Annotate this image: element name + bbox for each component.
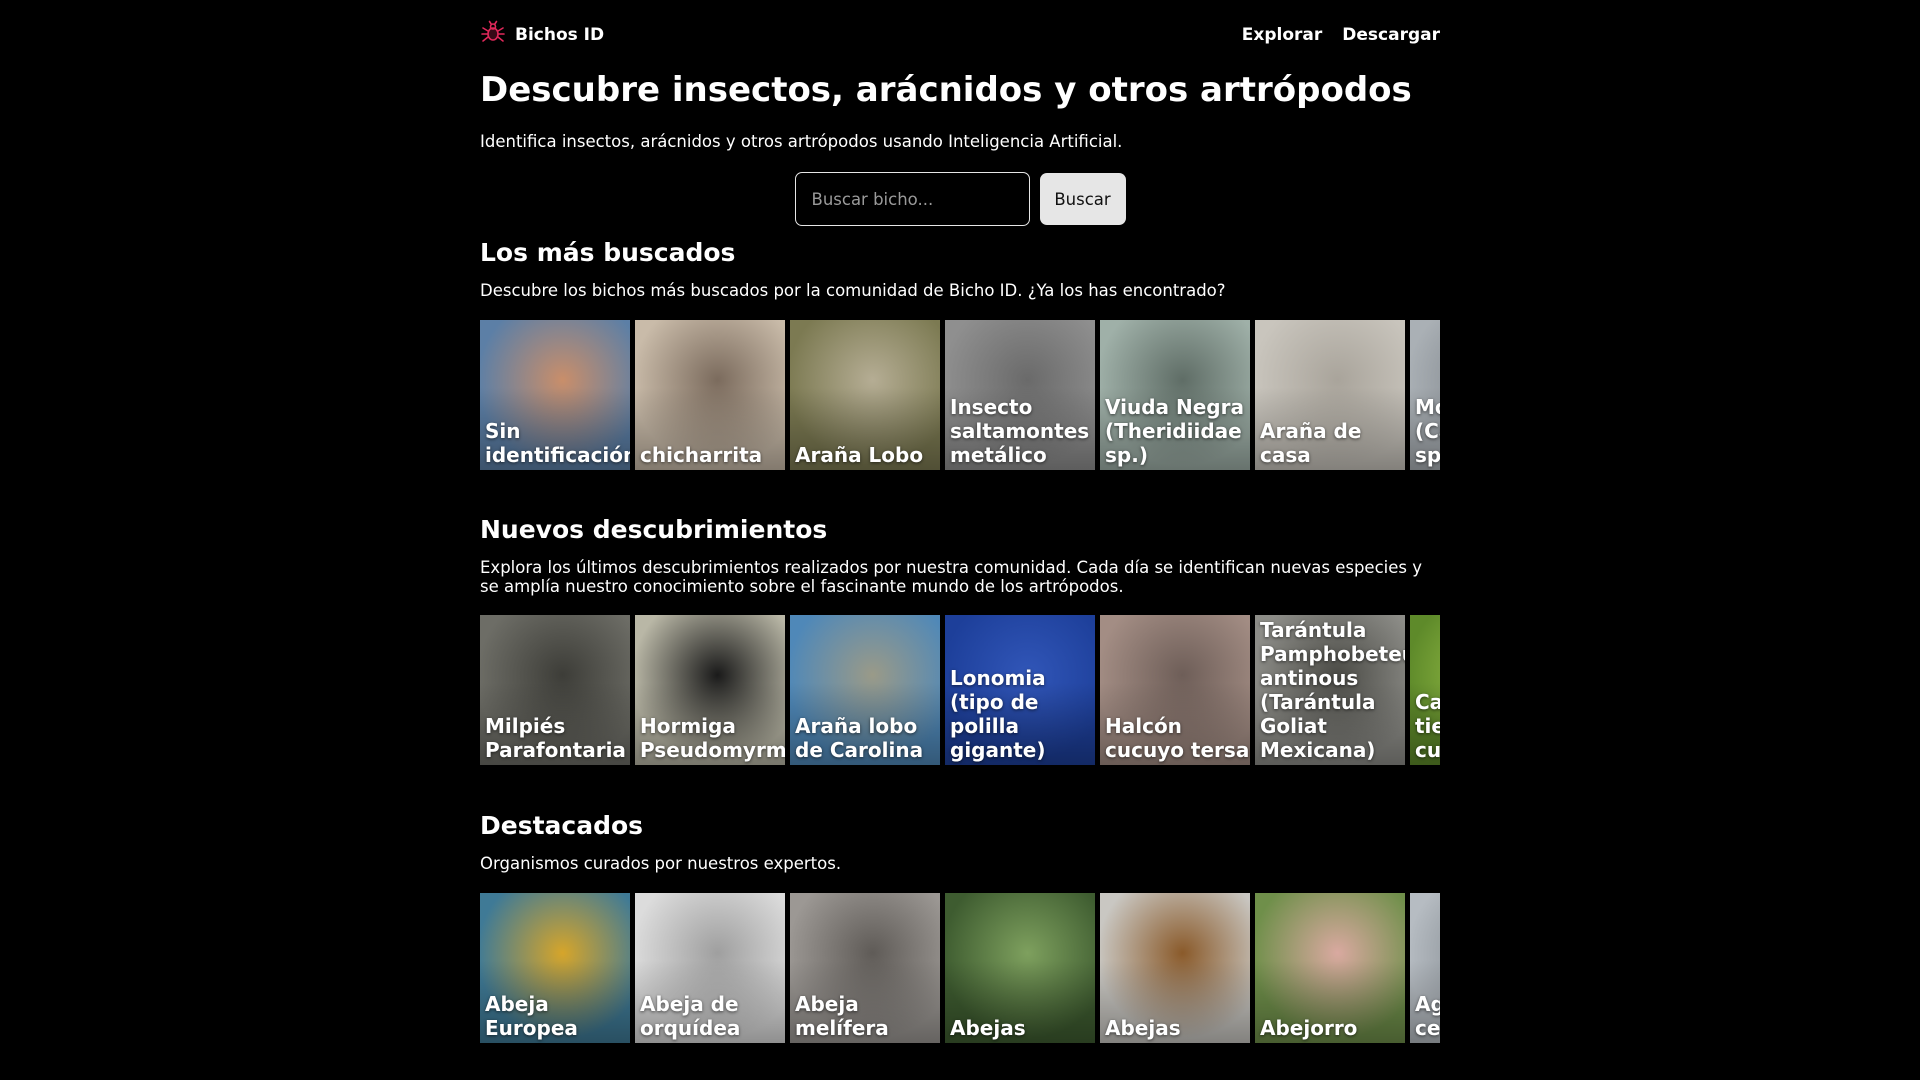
species-card-label: Abeja melífera bbox=[795, 992, 889, 1040]
species-card-label: Araña Lobo bbox=[795, 443, 924, 467]
species-card-label: Abejas bbox=[950, 1016, 1026, 1040]
brand[interactable]: Bichos ID bbox=[480, 20, 604, 51]
section-most-searched: Los más buscados Descubre los bichos más… bbox=[480, 238, 1440, 470]
species-card-label: Araña lobo de Carolina bbox=[795, 714, 924, 762]
species-card-label: Abeja de orquídea bbox=[640, 992, 741, 1040]
species-card[interactable]: Araña lobo de Carolina bbox=[790, 615, 940, 765]
species-card-label: Tarántula Pamphobeteus antinous (Tarántu… bbox=[1260, 618, 1405, 762]
species-card[interactable]: chicharrita bbox=[635, 320, 785, 470]
species-card-label: Sin identificación bbox=[485, 419, 630, 467]
page-container: Bichos ID Explorar Descargar Descubre in… bbox=[480, 0, 1440, 226]
species-card[interactable]: Abeja de orquídea bbox=[635, 893, 785, 1043]
species-card-label: Mosca (Calliphoridae sp.) bbox=[1415, 395, 1440, 467]
search-button[interactable]: Buscar bbox=[1039, 173, 1126, 225]
species-card[interactable]: Abejorro bbox=[1255, 893, 1405, 1043]
species-card[interactable]: Araña de casa bbox=[1255, 320, 1405, 470]
species-card-label: Hormiga Pseudomyrmex bbox=[640, 714, 785, 762]
section-featured: Destacados Organismos curados por nuestr… bbox=[480, 811, 1440, 1043]
species-card[interactable]: Tarántula Pamphobeteus antinous (Tarántu… bbox=[1255, 615, 1405, 765]
species-card-label: Halcón cucuyo tersa bbox=[1105, 714, 1250, 762]
section-title: Nuevos descubrimientos bbox=[480, 515, 828, 544]
species-card-label: Caracol tierra cubano bbox=[1415, 690, 1440, 762]
species-card[interactable]: Mosca (Calliphoridae sp.) bbox=[1410, 320, 1440, 470]
species-card-label: Abejas bbox=[1105, 1016, 1181, 1040]
card-row: Abeja Europea Abeja de orquídea Abeja melí… bbox=[480, 893, 1440, 1043]
species-card[interactable]: Sin identificación bbox=[480, 320, 630, 470]
species-card-label: Araña de casa bbox=[1260, 419, 1362, 467]
species-card[interactable]: Araña Lobo bbox=[790, 320, 940, 470]
species-card[interactable]: Hormiga Pseudomyrmex bbox=[635, 615, 785, 765]
brand-name: Bichos ID bbox=[515, 25, 605, 45]
species-card-label: Abejorro bbox=[1260, 1016, 1358, 1040]
species-card-label: Insecto saltamontes metálico bbox=[950, 395, 1090, 467]
species-card[interactable]: Caracol tierra cubano bbox=[1410, 615, 1440, 765]
section-description: Explora los últimos descubrimientos real… bbox=[480, 558, 1422, 596]
page-subtitle: Identifica insectos, arácnidos y otros a… bbox=[480, 132, 1123, 151]
species-card-label: Abeja Europea bbox=[485, 992, 578, 1040]
top-nav: Bichos ID Explorar Descargar bbox=[480, 0, 1440, 70]
section-title: Los más buscados bbox=[480, 238, 736, 267]
bug-logo-icon bbox=[480, 20, 506, 51]
section-title: Destacados bbox=[480, 811, 644, 840]
card-row: Milpiés Parafontaria Hormiga Pseudomyrmex… bbox=[480, 615, 1440, 765]
nav-links: Explorar Descargar bbox=[1242, 25, 1440, 45]
search-input[interactable] bbox=[794, 172, 1030, 226]
species-card[interactable]: Milpiés Parafontaria bbox=[480, 615, 630, 765]
nav-explore-link[interactable]: Explorar bbox=[1242, 25, 1323, 45]
species-card[interactable]: Agave cerambícido bbox=[1410, 893, 1440, 1043]
species-card[interactable]: Lonomia (tipo de polilla gigante) bbox=[945, 615, 1095, 765]
species-card[interactable]: Abeja Europea bbox=[480, 893, 630, 1043]
species-card-label: Lonomia (tipo de polilla gigante) bbox=[950, 666, 1046, 762]
species-card-label: Agave cerambícido bbox=[1415, 992, 1440, 1040]
card-row: Sin identificación chicharrita Araña Lobo I… bbox=[480, 320, 1440, 470]
section-description: Descubre los bichos más buscados por la … bbox=[480, 281, 1226, 300]
species-card[interactable]: Abejas bbox=[1100, 893, 1250, 1043]
species-card[interactable]: Abeja melífera bbox=[790, 893, 940, 1043]
section-new-discoveries: Nuevos descubrimientos Explora los últim… bbox=[480, 515, 1440, 765]
species-card-label: Milpiés Parafontaria bbox=[485, 714, 626, 762]
species-card[interactable]: Viuda Negra (Theridiidae sp.) bbox=[1100, 320, 1250, 470]
section-description: Organismos curados por nuestros expertos… bbox=[480, 854, 842, 873]
species-card[interactable]: Halcón cucuyo tersa bbox=[1100, 615, 1250, 765]
species-card-label: Viuda Negra (Theridiidae sp.) bbox=[1105, 395, 1244, 467]
species-card[interactable]: Abejas bbox=[945, 893, 1095, 1043]
species-card-label: chicharrita bbox=[640, 443, 763, 467]
nav-download-link[interactable]: Descargar bbox=[1342, 25, 1440, 45]
species-card[interactable]: Insecto saltamontes metálico bbox=[945, 320, 1095, 470]
search-bar: Buscar bbox=[480, 172, 1440, 226]
page-title: Descubre insectos, arácnidos y otros art… bbox=[480, 70, 1412, 110]
